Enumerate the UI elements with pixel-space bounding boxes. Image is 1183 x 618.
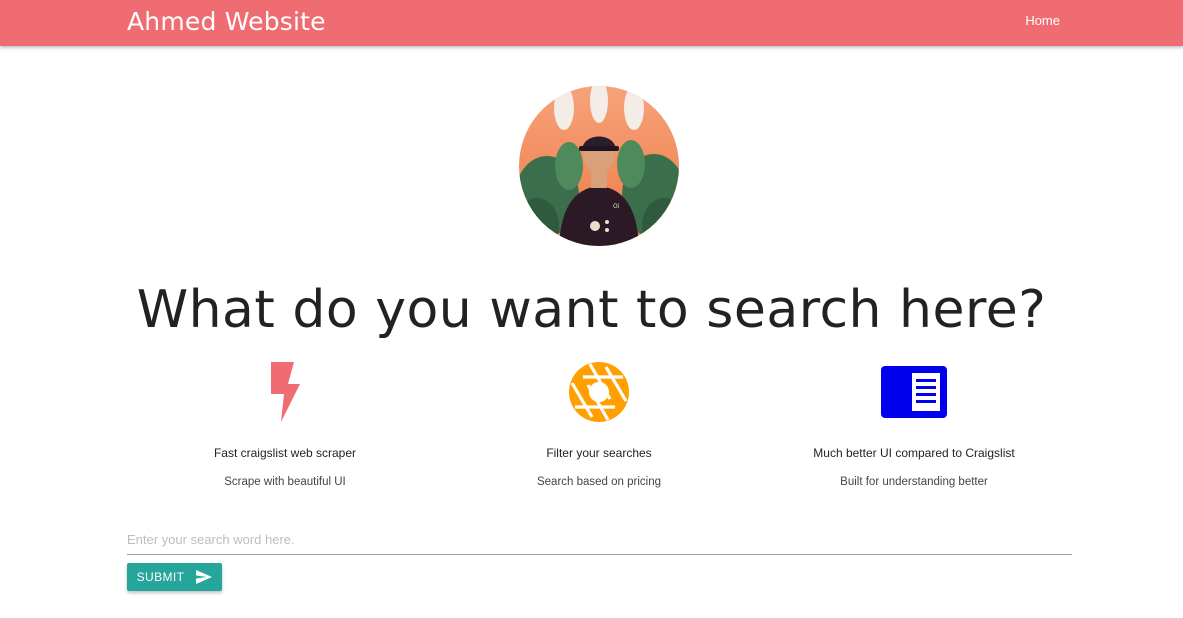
lightning-bolt-icon — [128, 360, 442, 424]
feature-title: Fast craigslist web scraper — [213, 446, 357, 460]
svg-text:Oi: Oi — [613, 203, 620, 210]
send-icon — [196, 570, 213, 584]
top-navbar: Ahmed Website Home — [0, 0, 1183, 46]
submit-label: SUBMIT — [136, 570, 185, 584]
nav-link-home[interactable]: Home — [1025, 13, 1060, 28]
profile-photo: Oi — [519, 86, 679, 246]
feature-filter-searches: Filter your searches Search based on pri… — [442, 360, 756, 488]
feature-title: Much better UI compared to Craigslist — [813, 446, 1015, 460]
chrome-reader-icon — [757, 360, 1071, 424]
page-title: What do you want to search here? — [136, 280, 1047, 340]
brand-logo[interactable]: Ahmed Website — [127, 7, 326, 36]
feature-subtitle: Search based on pricing — [536, 476, 662, 488]
search-input[interactable] — [127, 524, 1072, 555]
camera-aperture-icon — [442, 360, 756, 424]
feature-title: Filter your searches — [546, 446, 652, 460]
feature-subtitle: Scrape with beautiful UI — [224, 476, 346, 488]
feature-fast-scraper: Fast craigslist web scraper Scrape with … — [128, 360, 442, 488]
avatar: Oi — [519, 86, 679, 246]
feature-subtitle: Built for understanding better — [840, 476, 988, 488]
feature-better-ui: Much better UI compared to Craigslist Bu… — [757, 360, 1071, 488]
submit-button[interactable]: SUBMIT — [127, 563, 222, 591]
